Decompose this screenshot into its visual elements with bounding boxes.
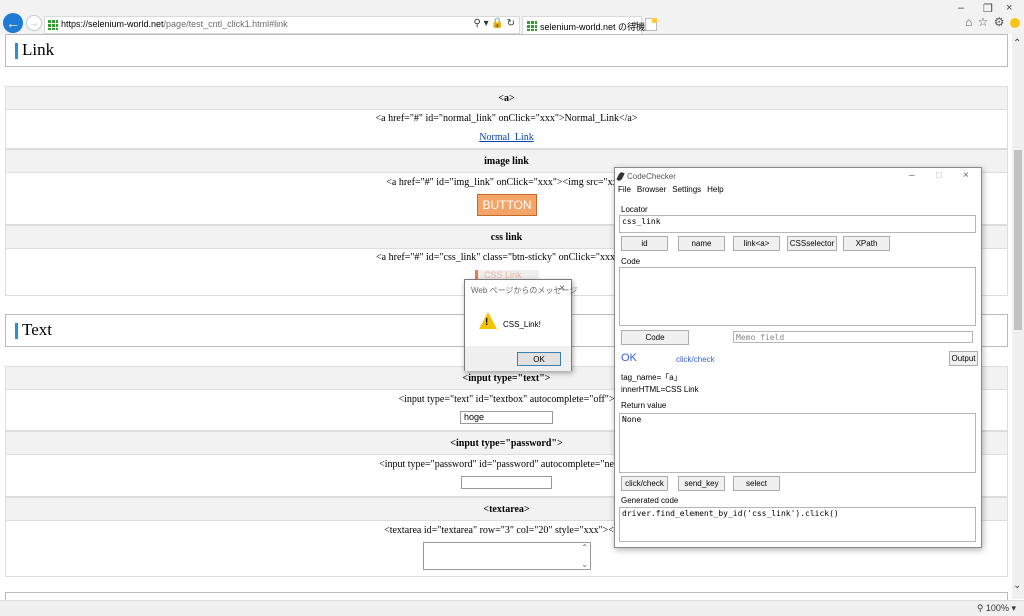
memo-field[interactable]: Memo field [733,331,973,343]
password-input[interactable] [461,476,552,489]
warning-exclamation: ! [485,317,489,328]
xpath-button[interactable]: XPath [843,236,890,251]
section-title: Text [22,320,52,339]
menu-bar: File Browser Settings Help [618,185,730,194]
close-icon[interactable]: × [963,170,969,181]
new-tab-icon[interactable] [645,18,657,31]
code-sample: <a href="#" id="normal_link" onClick="xx… [375,113,638,124]
close-icon[interactable]: × [1006,2,1012,14]
locator-input[interactable]: css_link [619,215,976,233]
output-button[interactable]: Output [949,351,978,366]
row-header: <a> [5,86,1008,110]
scroll-down-icon[interactable]: ⌄ [1013,580,1021,591]
code-textarea[interactable] [619,267,976,326]
name-button[interactable]: name [678,236,725,251]
lock-icon[interactable]: 🔒 [491,18,503,29]
generated-code-label: Generated code [621,496,679,505]
address-bar[interactable]: https://selenium-world.net/page/test_cnt… [44,16,520,34]
feather-icon [616,171,625,182]
menu-settings[interactable]: Settings [672,185,701,194]
minimize-icon[interactable]: – [958,2,964,14]
image-link-button[interactable]: BUTTON [477,194,537,216]
section-accent-bar [15,43,18,59]
maximize-icon[interactable]: □ [936,170,942,181]
url-text: https://selenium-world.net/page/test_cnt… [61,19,288,29]
window-title: CodeChecker [627,172,676,181]
return-value-label: Return value [621,401,667,410]
favorites-star-icon[interactable]: ☆ [978,15,990,29]
back-arrow-icon[interactable]: ← [3,13,23,33]
zoom-dropdown-icon: ▾ [1011,603,1016,613]
link-section-header: Link [5,34,1008,67]
tab-site-icon [527,21,537,31]
refresh-icon[interactable]: ↻ [507,18,515,29]
alert-message: CSS_Link! [503,320,541,329]
menu-browser[interactable]: Browser [637,185,666,194]
gear-icon[interactable]: ⚙ [994,15,1006,29]
status-ok: OK [621,352,637,364]
inner-html-info: innerHTML=CSS Link [621,385,699,394]
smiley-icon[interactable] [1009,17,1020,28]
textarea-scroll-down-icon[interactable]: ⌄ [581,560,588,569]
minimize-icon[interactable]: – [909,170,915,181]
return-value-textarea[interactable]: None [619,413,976,473]
menu-file[interactable]: File [618,185,631,194]
link-button[interactable]: link<a> [733,236,780,251]
browser-toolbar: ← → https://selenium-world.net/page/test… [0,0,1024,34]
status-action: click/check [676,355,715,364]
toolbar-icons: ⌂ ☆ ⚙ [965,15,1020,29]
dropdown-icon[interactable]: ▾ [484,18,489,29]
normal-link[interactable]: Normal_Link [6,132,1007,143]
textbox-input[interactable]: hoge [460,411,553,424]
tag-name-info: tag_name=「a」 [621,373,682,382]
menu-help[interactable]: Help [707,185,723,194]
locator-label: Locator [621,205,648,214]
codechecker-window: CodeChecker – □ × File Browser Settings Hel… [614,167,982,548]
textarea-scroll-up-icon[interactable]: ⌃ [581,543,588,552]
alert-dialog: Web ページからのメッセージ × ! CSS_Link! OK [464,279,577,371]
alert-ok-button[interactable]: OK [517,352,561,366]
select-button[interactable]: select [733,476,780,491]
send-key-button[interactable]: send_key [678,476,725,491]
zoom-control[interactable]: ⚲ 100% ▾ [977,603,1016,614]
section-accent-bar [15,323,18,339]
restore-icon[interactable]: ❐ [983,2,993,15]
css-selector-button[interactable]: CSSselector [787,236,837,251]
site-icon [48,20,58,30]
zoom-icon: ⚲ [976,603,984,613]
forward-arrow-icon[interactable]: → [26,15,42,31]
status-bar: ⚲ 100% ▾ [0,600,1024,616]
home-icon[interactable]: ⌂ [965,15,973,29]
generated-code-textarea[interactable]: driver.find_element_by_id('css_link').cl… [619,507,976,542]
page-scrollbar-thumb[interactable] [1014,150,1022,330]
address-bar-icons: ⚲ ▾ 🔒 ↻ [473,18,515,29]
code-button[interactable]: Code [621,330,689,345]
textarea-input[interactable]: ⌃ ⌄ [423,542,591,570]
tab-close-icon[interactable]: × [633,19,639,30]
browser-tab[interactable]: selenium-world.net の待機中 × [522,16,654,34]
alert-close-icon[interactable]: × [559,283,565,294]
id-button[interactable]: id [621,236,668,251]
code-label: Code [621,257,641,266]
click-check-button[interactable]: click/check [621,476,668,491]
scroll-up-icon[interactable]: ⌃ [1013,38,1021,49]
section-title: Link [22,40,55,59]
row-body: <a href="#" id="normal_link" onClick="xx… [5,110,1008,149]
search-icon[interactable]: ⚲ [473,18,480,29]
